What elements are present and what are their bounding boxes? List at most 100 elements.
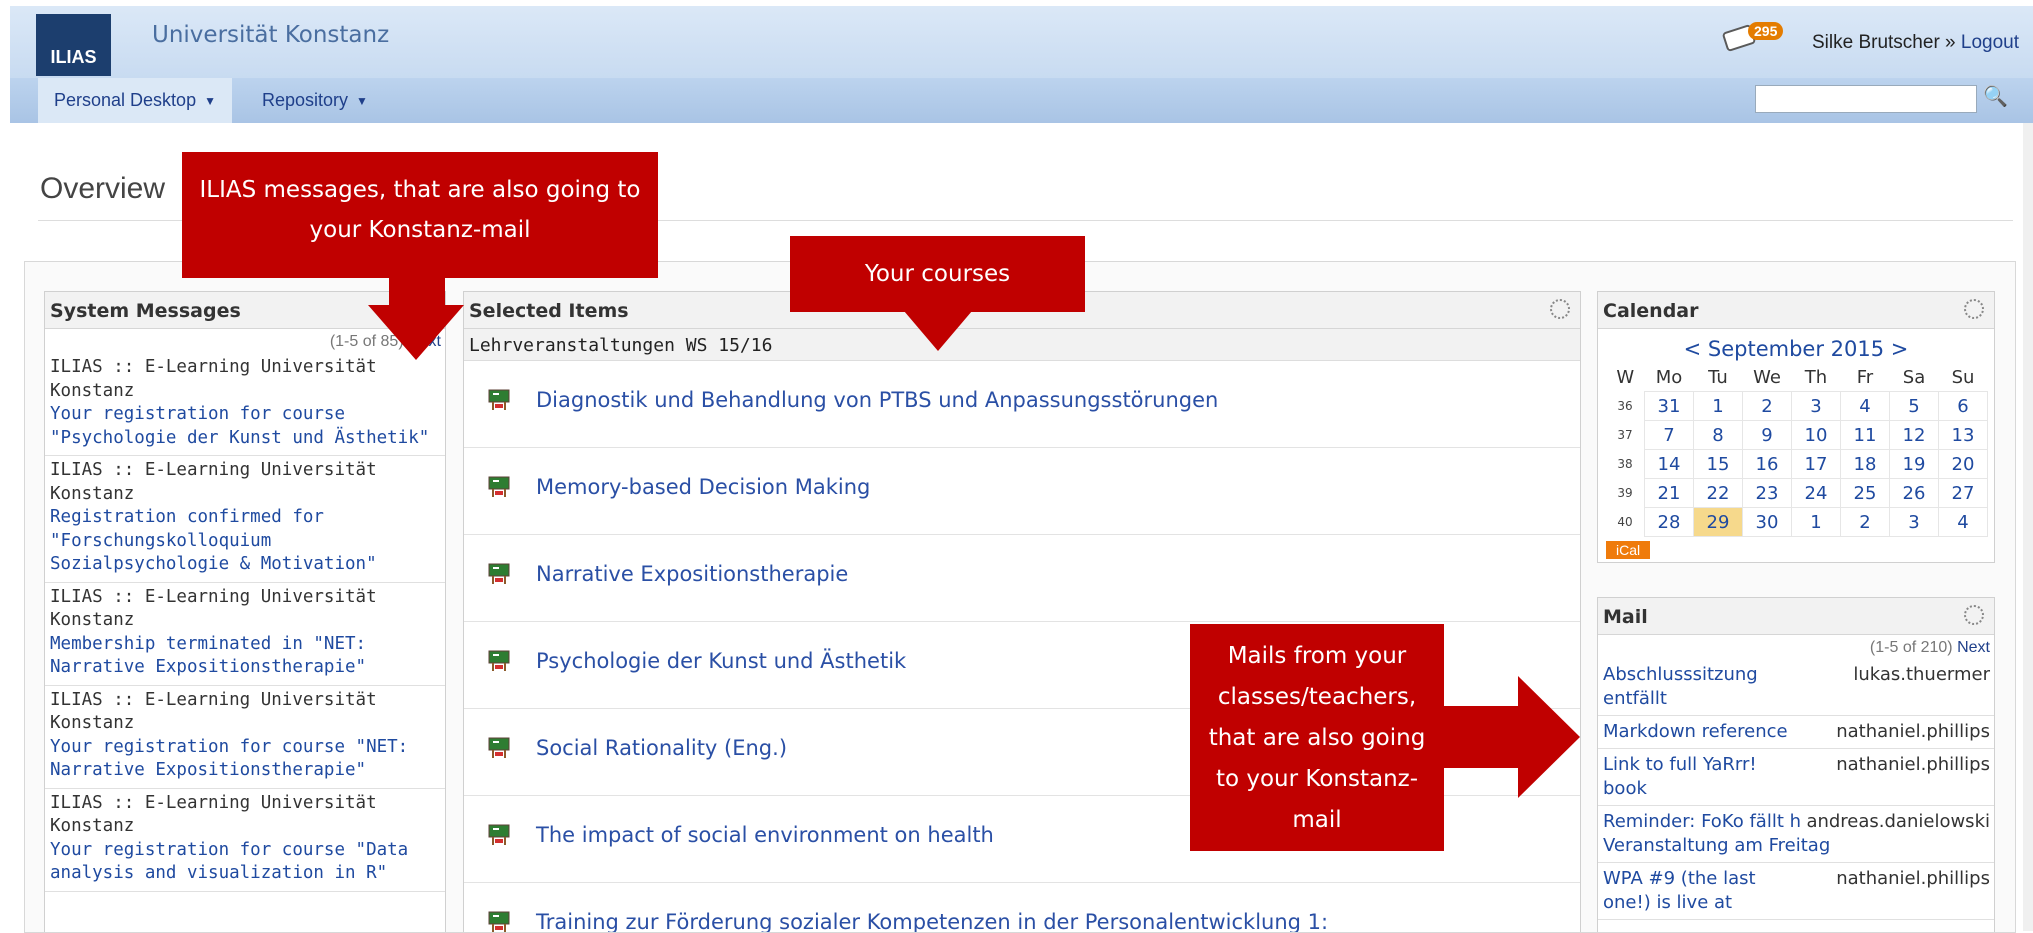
course-link[interactable]: The impact of social environment on heal…	[536, 823, 994, 847]
calendar-month-nav[interactable]: < September 2015 >	[1598, 329, 1994, 363]
mail-item[interactable]: WPA #9 (the last one!) is live at nathani…	[1598, 863, 1994, 920]
calendar-day[interactable]: 31	[1644, 391, 1694, 421]
calendar-day[interactable]: 2	[1840, 507, 1890, 537]
calendar-day[interactable]: 9	[1742, 420, 1792, 450]
course-link[interactable]: Psychologie der Kunst und Ästhetik	[536, 649, 906, 673]
course-link[interactable]: Diagnostik und Behandlung von PTBS und A…	[536, 388, 1218, 412]
week-number[interactable]: 36	[1606, 392, 1645, 421]
list-item[interactable]: ILIAS :: E-Learning Universität Konstanz…	[45, 353, 445, 456]
message-sender: ILIAS :: E-Learning Universität Konstanz	[50, 460, 377, 504]
calendar-day[interactable]: 22	[1693, 478, 1743, 508]
calendar-day[interactable]: 12	[1889, 420, 1939, 450]
message-subject[interactable]: Your registration for course "Psychologi…	[50, 403, 440, 450]
calendar-day[interactable]: 28	[1644, 507, 1694, 537]
user-area: Silke Brutscher » Logout	[1812, 32, 2019, 54]
main-nav: Personal Desktop ▼ Repository ▼	[10, 78, 2033, 123]
calendar-day[interactable]: 2	[1742, 391, 1792, 421]
message-subject[interactable]: Your registration for course "NET: Narra…	[50, 736, 440, 783]
calendar-day[interactable]: 8	[1693, 420, 1743, 450]
calendar-day[interactable]: 21	[1644, 478, 1694, 508]
week-number[interactable]: 39	[1606, 479, 1645, 508]
course-link[interactable]: Training zur Förderung sozialer Kompeten…	[536, 910, 1328, 932]
gear-icon[interactable]	[1964, 299, 1984, 319]
calendar-day[interactable]: 4	[1938, 507, 1988, 537]
mail-sender: nathaniel.phillips	[1830, 753, 1990, 777]
mail-item[interactable]: Abschlusssitzung entfällt lukas.thuermer	[1598, 659, 1994, 716]
logout-link[interactable]: Logout	[1961, 32, 2019, 53]
calendar-day[interactable]: 30	[1742, 507, 1792, 537]
calendar-day[interactable]: 26	[1889, 478, 1939, 508]
ical-button[interactable]: iCal	[1606, 541, 1651, 559]
course-link[interactable]: Social Rationality (Eng.)	[536, 736, 787, 760]
calendar-day[interactable]: 11	[1840, 420, 1890, 450]
calendar-day[interactable]: 1	[1791, 507, 1841, 537]
mail-item[interactable]: Reminder: FoKo fällt heute aus, Veransta…	[1598, 806, 1994, 863]
calendar-day[interactable]: 13	[1938, 420, 1988, 450]
list-item[interactable]: ILIAS :: E-Learning Universität Konstanz…	[45, 583, 445, 686]
calendar-day[interactable]: 24	[1791, 478, 1841, 508]
search-input[interactable]	[1755, 85, 1977, 113]
calendar-day[interactable]: 16	[1742, 449, 1792, 479]
calendar-day[interactable]: 3	[1791, 391, 1841, 421]
arrow-down-icon	[368, 305, 464, 360]
list-item[interactable]: ILIAS :: E-Learning Universität Konstanz…	[45, 456, 445, 583]
message-sender: ILIAS :: E-Learning Universität Konstanz	[50, 586, 377, 631]
mail-count-badge[interactable]: 295	[1748, 22, 1784, 40]
calendar-day[interactable]: 15	[1693, 449, 1743, 479]
calendar-day[interactable]: 3	[1889, 507, 1939, 537]
tab-repository[interactable]: Repository ▼	[246, 78, 384, 123]
course-link[interactable]: Narrative Expositionstherapie	[536, 562, 848, 586]
mail-subject[interactable]: Abschlusssitzung entfällt	[1603, 663, 1803, 711]
calendar-day[interactable]: 27	[1938, 478, 1988, 508]
calendar-day[interactable]: 1	[1693, 391, 1743, 421]
message-subject[interactable]: Registration confirmed for "Forschungsko…	[50, 506, 440, 577]
list-item[interactable]: ILIAS :: E-Learning Universität Konstanz…	[45, 686, 445, 789]
calendar-day[interactable]: 23	[1742, 478, 1792, 508]
message-subject[interactable]: Membership terminated in "NET: Narrative…	[50, 633, 440, 680]
tab-personal-desktop[interactable]: Personal Desktop ▼	[38, 78, 232, 123]
pager: (1-5 of 210) Next	[1598, 635, 1994, 659]
calendar-day[interactable]: 4	[1840, 391, 1890, 421]
calendar-day[interactable]: 25	[1840, 478, 1890, 508]
page-scrollbar[interactable]	[2023, 123, 2033, 931]
chevron-down-icon: ▼	[204, 93, 216, 108]
calendar-week-row: 38 14 15 16 17 18 19 20	[1606, 449, 1988, 479]
calendar-day[interactable]: 29	[1693, 507, 1743, 537]
mail-item[interactable]: Markdown reference nathaniel.phillips	[1598, 716, 1994, 749]
week-number[interactable]: 37	[1606, 421, 1645, 450]
message-subject[interactable]: Your registration for course "Data analy…	[50, 839, 440, 886]
calendar-day[interactable]: 10	[1791, 420, 1841, 450]
calendar-day[interactable]: 19	[1889, 449, 1939, 479]
calendar-day[interactable]: 5	[1889, 391, 1939, 421]
institution-name[interactable]: Universität Konstanz	[152, 22, 389, 48]
list-item[interactable]: ILIAS :: E-Learning Universität Konstanz…	[45, 789, 445, 892]
week-number[interactable]: 40	[1606, 508, 1645, 537]
calendar-day[interactable]: 17	[1791, 449, 1841, 479]
calendar-day[interactable]: 18	[1840, 449, 1890, 479]
gear-icon[interactable]	[1550, 299, 1570, 319]
message-sender: ILIAS :: E-Learning Universität Konstanz	[50, 357, 377, 401]
course-link[interactable]: Memory-based Decision Making	[536, 475, 870, 499]
course-item[interactable]: Diagnostik und Behandlung von PTBS und A…	[464, 361, 1580, 448]
calendar-day[interactable]: 14	[1644, 449, 1694, 479]
calendar-block: Calendar < September 2015 > W Mo Tu We Th Fr S…	[1597, 291, 1995, 563]
block-title: Selected Items	[469, 300, 629, 322]
mail-subject[interactable]: Markdown reference	[1603, 720, 1803, 744]
weekday-header: Th	[1804, 366, 1828, 388]
mail-item[interactable]: Link to full YaRrr! book nathaniel.philli…	[1598, 749, 1994, 806]
ilias-logo[interactable]: ILIAS	[36, 14, 111, 76]
calendar-day[interactable]: 6	[1938, 391, 1988, 421]
next-link[interactable]: Next	[1957, 639, 1990, 656]
gear-icon[interactable]	[1964, 605, 1984, 625]
calendar-day[interactable]: 20	[1938, 449, 1988, 479]
search-icon[interactable]: 🔍	[1983, 84, 2008, 108]
course-item[interactable]: Narrative Expositionstherapie	[464, 535, 1580, 622]
course-item[interactable]: Training zur Förderung sozialer Kompeten…	[464, 883, 1580, 932]
weekday-header: W	[1616, 366, 1635, 388]
weekday-header: We	[1753, 366, 1781, 388]
course-item[interactable]: Memory-based Decision Making	[464, 448, 1580, 535]
week-number[interactable]: 38	[1606, 450, 1645, 479]
calendar-day[interactable]: 7	[1644, 420, 1694, 450]
mail-subject[interactable]: Link to full YaRrr! book	[1603, 753, 1793, 801]
mail-subject[interactable]: WPA #9 (the last one!) is live at	[1603, 867, 1793, 915]
